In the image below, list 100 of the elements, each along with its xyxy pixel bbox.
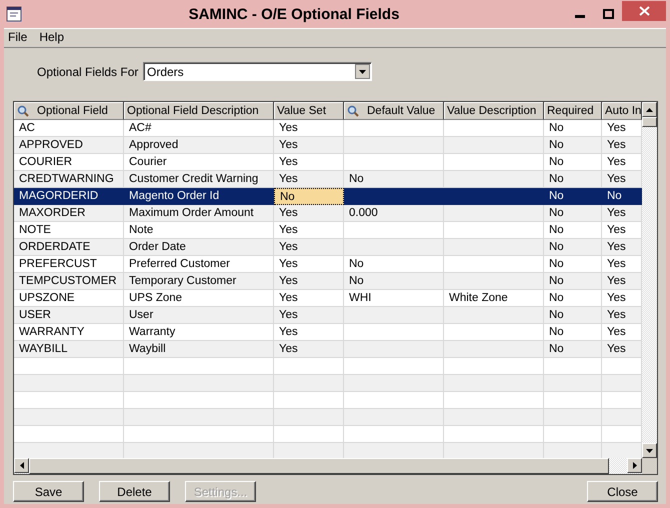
table-cell: No — [549, 190, 564, 202]
table-cell: Yes — [607, 258, 626, 270]
table-cell: UPS Zone — [129, 292, 182, 304]
column-header[interactable]: Optional Field Description — [124, 102, 274, 120]
table-cell: WARRANTY — [19, 326, 84, 338]
field-label: Optional Fields For — [37, 64, 140, 78]
table-cell: Order Date — [129, 241, 186, 253]
table-cell: Yes — [607, 292, 626, 304]
table-cell: No — [549, 139, 564, 151]
column-header[interactable]: Default Value — [344, 102, 444, 120]
table-row[interactable]: MAGORDERID Magento Order Id No No No — [14, 188, 642, 205]
table-cell: Waybill — [129, 343, 166, 355]
table-cell: NOTE — [19, 224, 51, 236]
table-cell: Temporary Customer — [129, 275, 236, 287]
table-cell: Yes — [607, 343, 626, 355]
table-cell: No — [549, 207, 564, 219]
table-cell: APPROVED — [19, 139, 83, 151]
left-arrow-icon — [20, 462, 24, 469]
save-button[interactable]: Save — [13, 481, 84, 502]
table-cell: No — [349, 275, 364, 287]
scrollbar-corner — [642, 458, 657, 474]
table-cell: Yes — [279, 156, 298, 168]
table-cell: Courier — [129, 156, 167, 168]
table-cell: Yes — [607, 309, 626, 321]
table-cell: No — [549, 241, 564, 253]
table-cell: MAGORDERID — [19, 190, 98, 202]
down-arrow-icon — [646, 448, 653, 452]
table-cell: Yes — [279, 343, 298, 355]
dropdown-arrow-icon — [359, 70, 366, 74]
table-row[interactable]: USER User Yes No Yes — [14, 307, 642, 324]
table-row[interactable]: WAYBILL Waybill Yes No Yes — [14, 341, 642, 358]
table-cell: Yes — [607, 326, 626, 338]
scrollbar-thumb[interactable] — [642, 117, 657, 127]
table-cell: No — [349, 258, 364, 270]
table-cell: No — [549, 173, 564, 185]
table-cell: MAXORDER — [19, 207, 86, 219]
column-header[interactable]: Value Description — [444, 102, 544, 120]
table-cell: Yes — [279, 207, 298, 219]
table-row[interactable]: APPROVED Approved Yes No Yes — [14, 137, 642, 154]
table-cell: No — [549, 343, 564, 355]
table-cell: Customer Credit Warning — [129, 173, 258, 185]
table-cell: Yes — [607, 207, 626, 219]
optional-fields-for-dropdown[interactable]: Orders — [143, 62, 372, 81]
close-button[interactable]: Close — [587, 481, 658, 502]
table-cell: Note — [129, 224, 154, 236]
menu-item[interactable]: File — [8, 30, 28, 46]
table-cell: White Zone — [449, 292, 508, 304]
table-cell: Approved — [129, 139, 178, 151]
table-cell: Yes — [607, 173, 626, 185]
table-row[interactable]: MAXORDER Maximum Order Amount Yes 0.000 No Yes — [14, 205, 642, 222]
table-cell: Yes — [607, 139, 626, 151]
table-cell: Yes — [607, 224, 626, 236]
table-cell: Yes — [279, 275, 298, 287]
table-cell: AC# — [129, 122, 152, 134]
table-cell: WHI — [349, 292, 372, 304]
table-cell: No — [549, 156, 564, 168]
table-cell: No — [549, 258, 564, 270]
table-cell: Preferred Customer — [129, 258, 230, 270]
table-cell: Magento Order Id — [129, 190, 220, 202]
table-cell: No — [549, 326, 564, 338]
table-cell: Yes — [279, 258, 298, 270]
app-icon — [6, 6, 22, 22]
table-cell: Yes — [279, 224, 298, 236]
menu-item[interactable]: Help — [39, 30, 64, 46]
table-row[interactable]: ORDERDATE Order Date Yes No Yes — [14, 239, 642, 256]
window-title: SAMINC - O/E Optional Fields — [188, 6, 400, 22]
table-cell: ORDERDATE — [19, 241, 90, 253]
vertical-scrollbar[interactable] — [642, 102, 657, 458]
table-row[interactable]: TEMPCUSTOMER Temporary Customer Yes No No Yes — [14, 273, 642, 290]
table-cell: Yes — [279, 139, 298, 151]
table-cell: Yes — [279, 309, 298, 321]
table-cell: Yes — [279, 241, 298, 253]
table-cell: Yes — [607, 275, 626, 287]
table-cell: No — [549, 224, 564, 236]
search-icon[interactable] — [347, 104, 359, 116]
table-row[interactable]: CREDTWARNING Customer Credit Warning Yes No No Yes — [14, 171, 642, 188]
table-cell: No — [549, 122, 564, 134]
table-cell: No — [549, 309, 564, 321]
table-cell: 0.000 — [349, 207, 378, 219]
column-header[interactable]: Required — [544, 102, 602, 120]
column-header[interactable]: Auto In — [602, 102, 642, 120]
table-cell: No — [349, 173, 364, 185]
up-arrow-icon — [646, 108, 653, 112]
table-cell: CREDTWARNING — [19, 173, 114, 185]
table-cell: Yes — [607, 241, 626, 253]
close-icon[interactable] — [622, 1, 666, 21]
table-cell: Yes — [279, 173, 298, 185]
table-cell: Yes — [607, 122, 626, 134]
table-cell: No — [607, 190, 622, 202]
table-cell: USER — [19, 309, 51, 321]
right-arrow-icon — [632, 462, 636, 469]
column-header[interactable]: Optional Field — [14, 102, 124, 120]
table-cell: No — [280, 190, 295, 202]
table-cell: COURIER — [19, 156, 72, 168]
table-cell: PREFERCUST — [19, 258, 97, 270]
delete-button[interactable]: Delete — [99, 481, 170, 502]
table-cell: Yes — [279, 292, 298, 304]
search-icon[interactable] — [17, 104, 29, 116]
column-header[interactable]: Value Set — [274, 102, 344, 120]
table-cell: AC — [19, 122, 35, 134]
